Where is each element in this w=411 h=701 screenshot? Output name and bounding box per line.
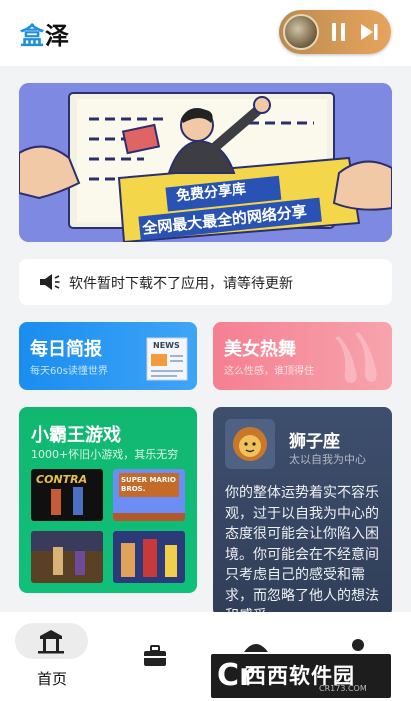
promo-banner[interactable]: 免费分享库 全网最大最全的网络分享 (19, 83, 392, 242)
retro-games-title: 小霸王游戏 (31, 425, 121, 446)
news-label: NEWS (153, 341, 180, 350)
megaphone-icon (40, 274, 60, 290)
game-tile-4[interactable] (113, 531, 185, 583)
nav-item-4-icon[interactable] (351, 638, 365, 652)
game-title-contra: CONTRA (36, 473, 88, 486)
dance-video-subtitle: 这么性感，谁顶得住 (224, 366, 314, 377)
bottom-navigation: 首页 Cr 西西软件园 CR173.COM (0, 612, 411, 701)
notice-bar: 软件暂时下载不了应用，请等待更新 (19, 259, 392, 305)
horoscope-card[interactable]: 狮子座 太以自我为中心 你的整体运势着实不容乐观，过于以自我为中心的态度很可能会… (213, 407, 392, 617)
daily-briefing-card[interactable]: 每日简报 每天60s读懂世界 NEWS (19, 322, 197, 390)
dance-video-card[interactable]: 美女热舞 这么性感，谁顶得住 (213, 322, 392, 390)
ballet-shoes-icon (335, 332, 377, 383)
horoscope-sign: 狮子座 (289, 432, 340, 452)
game-title-mario: SUPER MARIO BROS. (121, 476, 176, 493)
horoscope-tagline: 太以自我为中心 (289, 453, 366, 466)
watermark-logo: Cr 西西软件园 CR173.COM (211, 654, 391, 698)
toolbox-icon[interactable] (142, 644, 168, 668)
game-tile-contra[interactable]: CONTRA (31, 469, 103, 521)
dance-video-title: 美女热舞 (224, 339, 296, 360)
app-logo: 盒泽 (20, 16, 70, 51)
game-tile-3[interactable] (31, 531, 103, 583)
retro-games-subtitle: 1000+怀旧小游戏，其乐无穷 (31, 448, 179, 461)
nav-home-label[interactable]: 首页 (37, 668, 67, 689)
home-tent-icon[interactable] (37, 628, 65, 654)
daily-briefing-subtitle: 每天60s读懂世界 (30, 366, 108, 377)
retro-games-card[interactable]: 小霸王游戏 1000+怀旧小游戏，其乐无穷 CONTRA SUPER MARIO… (19, 407, 197, 593)
leo-icon (225, 419, 275, 469)
music-player[interactable] (279, 10, 391, 54)
logo-char-1: 盒 (20, 22, 45, 50)
logo-char-2: 泽 (45, 22, 70, 50)
nav-item-3-icon[interactable] (242, 638, 270, 654)
skip-next-icon[interactable] (359, 22, 379, 42)
pause-icon[interactable] (331, 23, 347, 41)
app-header: 盒泽 (0, 0, 411, 66)
horoscope-text: 你的整体运势着实不容乐观，过于以自我为中心的态度很可能会让你陷入困境。你可能会在… (225, 485, 379, 617)
daily-briefing-title: 每日简报 (30, 339, 102, 360)
notice-text: 软件暂时下载不了应用，请等待更新 (69, 276, 293, 292)
game-tile-mario[interactable]: SUPER MARIO BROS. (113, 469, 185, 521)
watermark-url: CR173.COM (319, 684, 367, 693)
album-cover[interactable] (283, 14, 319, 50)
